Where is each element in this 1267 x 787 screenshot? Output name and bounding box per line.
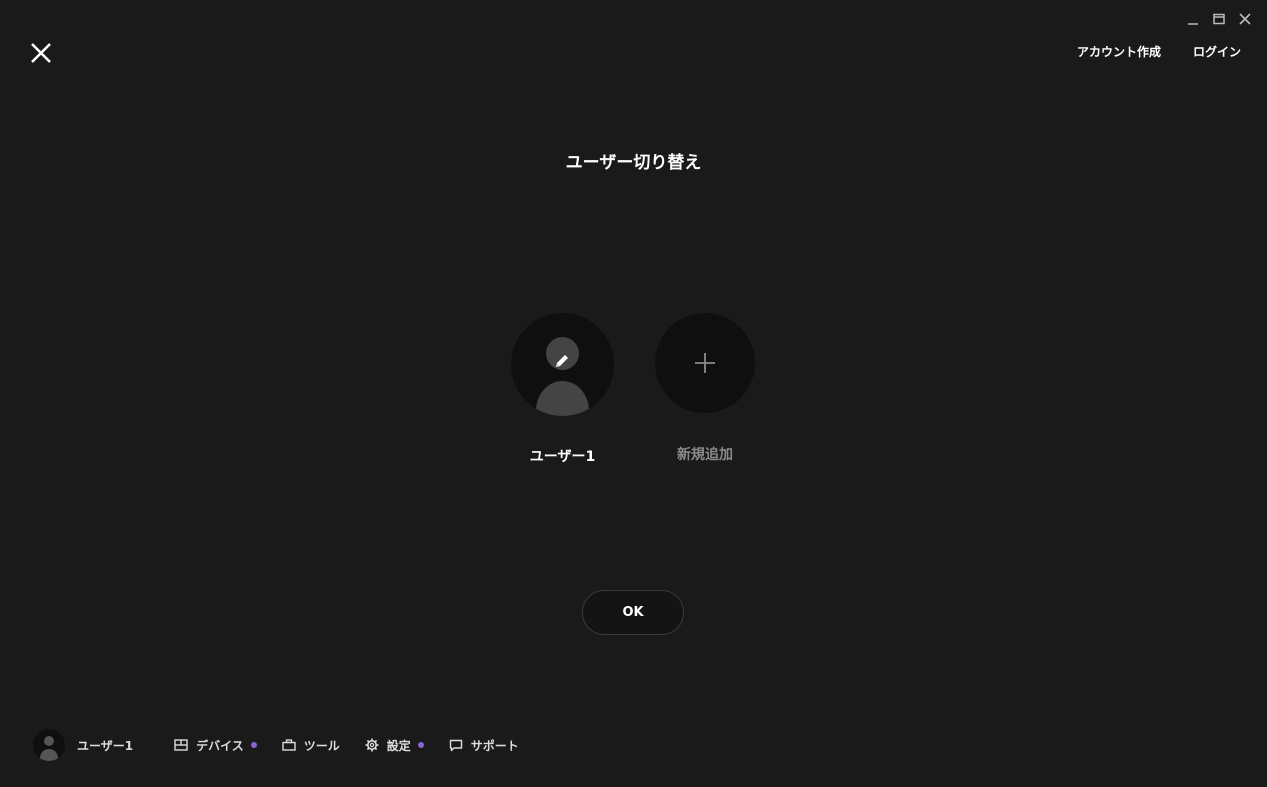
avatar-body [536,381,589,416]
gear-icon [365,738,379,752]
minimize-icon[interactable] [1184,10,1201,27]
add-user-label: 新規追加 [677,447,733,463]
close-icon[interactable] [28,40,54,66]
bottom-username[interactable]: ユーザー1 [77,737,133,754]
ok-button[interactable]: OK [582,590,684,635]
header-links: アカウント作成 ログイン [1077,43,1241,60]
nav-item-label: サポート [470,738,519,753]
add-user-button[interactable] [655,313,755,413]
nav-item-label: 設定 [386,738,411,753]
nav-item-settings[interactable]: 設定 [365,737,424,754]
nav-item-label: ツール [303,738,340,753]
user-card[interactable]: ユーザー1 [511,313,614,466]
nav-item-support[interactable]: サポート [449,737,519,754]
notification-dot [250,742,257,748]
avatar[interactable] [33,729,65,761]
device-icon [174,739,188,751]
window-controls [1184,10,1253,27]
avatar-head [44,736,54,746]
user-name-label: ユーザー1 [529,449,596,465]
plus-icon [695,353,715,373]
avatar-body [40,749,58,761]
chat-icon [449,739,462,751]
bottom-bar: ユーザー1 デバイス ツール 設定 サポート [33,729,519,761]
toolbox-icon [282,739,296,751]
login-link[interactable]: ログイン [1193,43,1241,60]
page-title: ユーザー切り替え [565,153,702,173]
edit-icon[interactable] [552,351,572,371]
notification-dot [417,742,424,748]
create-account-link[interactable]: アカウント作成 [1077,43,1161,60]
avatar[interactable] [511,313,614,416]
nav-item-tools[interactable]: ツール [282,737,340,754]
user-switch-screen: アカウント作成 ログイン ユーザー切り替え ユーザー1 新規追加 OK ユーザー… [0,0,1267,787]
maximize-icon[interactable] [1210,10,1227,27]
nav-item-devices[interactable]: デバイス [174,737,257,754]
add-user-card[interactable]: 新規追加 [655,313,755,464]
nav-item-label: デバイス [196,738,244,753]
window-close-icon[interactable] [1236,10,1253,27]
